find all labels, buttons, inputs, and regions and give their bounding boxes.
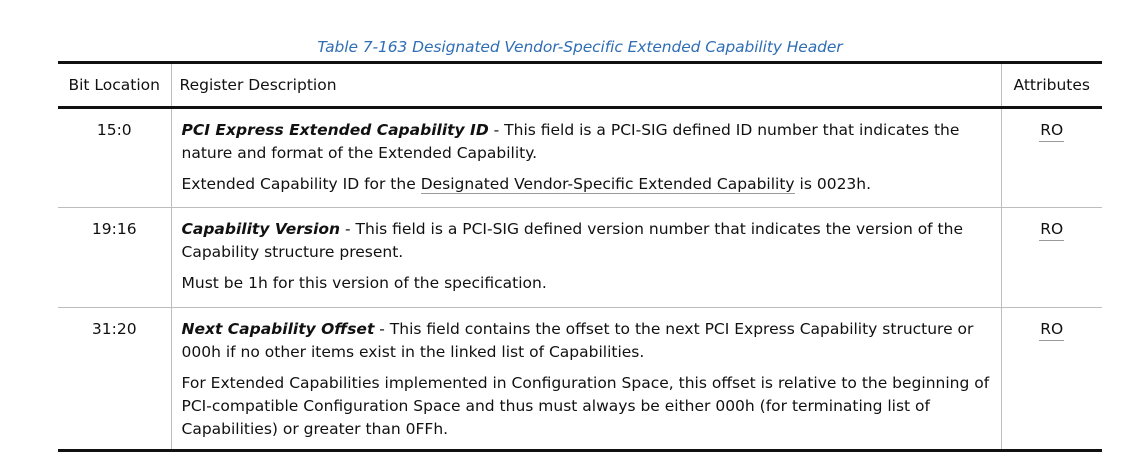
- note-text-post: is 0023h.: [794, 175, 872, 193]
- description-cell: Capability Version - This field is a PCI…: [170, 207, 1001, 308]
- field-name: PCI Express Extended Capability ID: [181, 121, 489, 139]
- attribute-cell: RO: [1000, 207, 1102, 308]
- attribute-value[interactable]: RO: [1039, 319, 1065, 341]
- header-register-description: Register Description: [170, 61, 1001, 109]
- register-table: Bit Location Register Description Attrib…: [58, 61, 1102, 452]
- field-note: For Extended Capabilities implemented in…: [181, 374, 990, 438]
- field-description: Next Capability Offset - This field cont…: [182, 318, 991, 364]
- bit-location-cell: 19:16: [58, 207, 171, 308]
- header-attributes: Attributes: [1000, 61, 1102, 109]
- field-description: PCI Express Extended Capability ID - Thi…: [182, 119, 991, 165]
- description-cell: Next Capability Offset - This field cont…: [170, 307, 1001, 452]
- table-row: 15:0 PCI Express Extended Capability ID …: [58, 107, 1102, 208]
- bit-location-cell: 15:0: [58, 107, 171, 208]
- attribute-cell: RO: [1000, 107, 1102, 208]
- cross-reference-link[interactable]: Designated Vendor-Specific Extended Capa…: [420, 175, 795, 194]
- note-text-pre: Extended Capability ID for the: [181, 175, 421, 193]
- bit-location-cell: 31:20: [58, 307, 171, 452]
- table-caption: Table 7-163 Designated Vendor-Specific E…: [317, 38, 843, 56]
- field-note: Extended Capability ID for the Designate…: [182, 173, 991, 196]
- field-note: Must be 1h for this version of the speci…: [181, 274, 547, 292]
- attribute-value[interactable]: RO: [1039, 219, 1065, 241]
- table-row: 19:16 Capability Version - This field is…: [58, 207, 1102, 308]
- field-description: Capability Version - This field is a PCI…: [182, 218, 991, 264]
- attribute-cell: RO: [1000, 307, 1102, 452]
- header-bit-location: Bit Location: [58, 61, 171, 109]
- table-header-row: Bit Location Register Description Attrib…: [58, 61, 1102, 109]
- field-name: Capability Version: [181, 220, 341, 238]
- attribute-value[interactable]: RO: [1039, 120, 1065, 142]
- description-cell: PCI Express Extended Capability ID - Thi…: [170, 107, 1001, 208]
- field-name: Next Capability Offset: [181, 320, 375, 338]
- table-row: 31:20 Next Capability Offset - This fiel…: [58, 307, 1102, 452]
